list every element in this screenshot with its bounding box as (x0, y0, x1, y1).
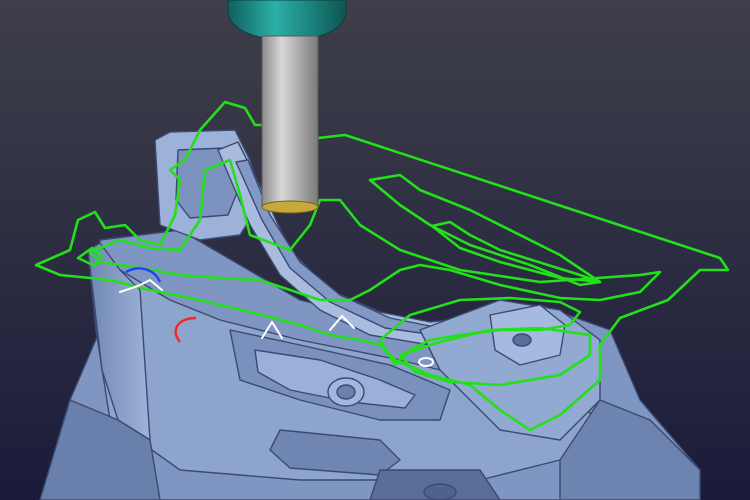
tool-tip (261, 200, 319, 214)
lower-hole (423, 483, 457, 500)
cam-3d-viewport[interactable] (0, 0, 750, 500)
scene-svg[interactable] (0, 0, 750, 500)
tool-shank (261, 35, 319, 207)
boss-hole (512, 333, 532, 347)
center-boss-hole (336, 384, 356, 400)
